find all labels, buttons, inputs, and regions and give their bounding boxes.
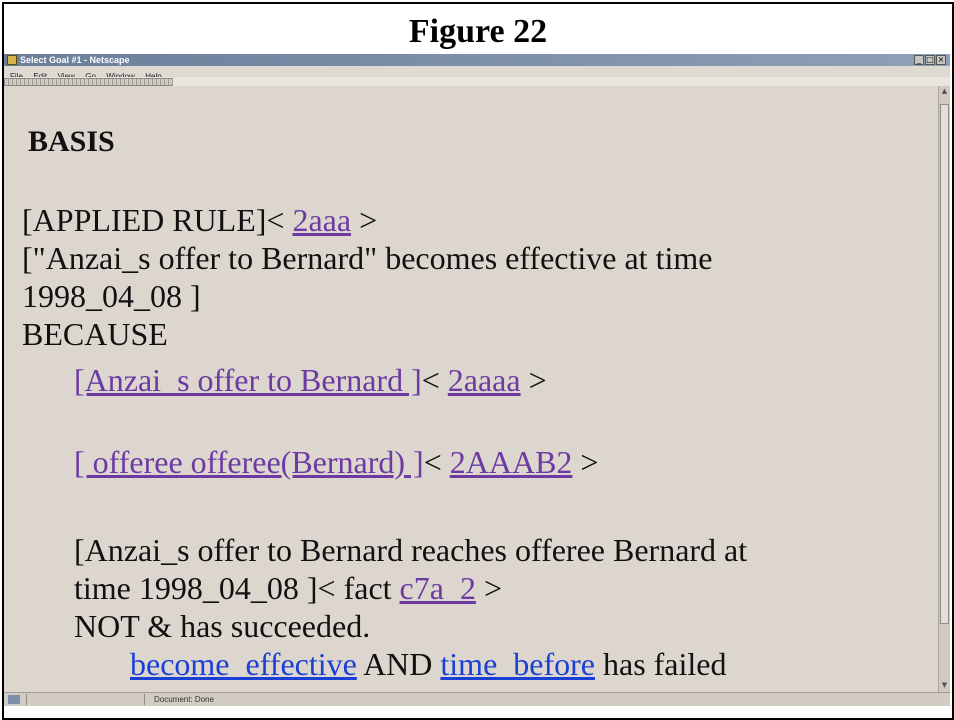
window-title: Select Goal #1 - Netscape — [20, 55, 130, 65]
statement-line-1: ["Anzai_s offer to Bernard" becomes effe… — [22, 240, 713, 276]
ref-c7a2-link[interactable]: c7a_2 — [400, 570, 476, 606]
ref-2aaab2-link[interactable]: 2AAAB2 — [450, 444, 573, 480]
become-effective-link[interactable]: become_effective — [130, 646, 357, 682]
basis-heading: BASIS — [28, 125, 115, 158]
and-label: AND — [363, 646, 433, 682]
gt-symbol: > — [359, 202, 378, 238]
rule-2aaa-link[interactable]: 2aaa — [292, 202, 351, 238]
maximize-button[interactable]: □ — [925, 55, 935, 65]
minimize-button[interactable]: _ — [914, 55, 924, 65]
anzai-offer-link[interactable]: [Anzai_s offer to Bernard ] — [74, 362, 422, 398]
status-bar: Document: Done — [4, 692, 950, 706]
ref-2aaaa-link[interactable]: 2aaaa — [448, 362, 521, 398]
time-before-link[interactable]: time_before — [440, 646, 595, 682]
netscape-app-icon — [7, 55, 17, 65]
gt-symbol: > — [528, 362, 547, 398]
fact-statement: time 1998_04_08 ] — [74, 570, 318, 606]
vertical-scrollbar[interactable]: ▲ ▼ — [938, 86, 950, 692]
close-button[interactable]: × — [936, 55, 946, 65]
failed-line: become_effective AND time_before has fai… — [130, 646, 726, 682]
page-content: BASIS [APPLIED RULE]< 2aaa > ["Anzai_s o… — [4, 86, 938, 692]
not-succeeded-line: NOT & has succeeded. — [74, 608, 371, 644]
reason-item-2: [ offeree offeree(Bernard) ]< 2AAAB2 > — [74, 444, 598, 480]
reason-item-3-line-1: [Anzai_s offer to Bernard reaches offere… — [74, 532, 748, 568]
fact-label: fact — [343, 570, 392, 606]
scrollbar-thumb[interactable] — [940, 104, 949, 624]
applied-rule-label: [APPLIED RULE] — [22, 202, 267, 238]
because-label: BECAUSE — [22, 316, 168, 352]
menu-bar: File Edit View Go Window Help — [4, 66, 950, 81]
status-text: Document: Done — [154, 695, 215, 704]
lt-symbol: < — [317, 570, 336, 606]
scroll-down-icon[interactable]: ▼ — [940, 680, 949, 690]
statement-line-2: 1998_04_08 ] — [22, 278, 201, 314]
status-divider — [26, 694, 27, 705]
lt-symbol: < — [421, 362, 440, 398]
applied-rule-line: [APPLIED RULE]< 2aaa > — [22, 202, 377, 238]
reason-item-1: [Anzai_s offer to Bernard ]< 2aaaa > — [74, 362, 547, 398]
window-titlebar[interactable]: Select Goal #1 - Netscape _ □ × — [4, 54, 950, 66]
figure-title: Figure 22 — [408, 13, 548, 50]
offeree-bernard-link[interactable]: [ offeree offeree(Bernard) ] — [74, 444, 424, 480]
has-failed-label: has failed — [602, 646, 727, 682]
status-divider — [144, 694, 145, 705]
lt-symbol: < — [266, 202, 285, 238]
collapsed-toolbar-tab[interactable] — [4, 78, 173, 86]
lt-symbol: < — [423, 444, 442, 480]
security-icon[interactable] — [8, 695, 20, 704]
toolbar-strip — [4, 77, 950, 86]
scroll-up-icon[interactable]: ▲ — [940, 86, 949, 96]
gt-symbol: > — [483, 570, 502, 606]
reason-item-3-line-2: time 1998_04_08 ]< fact c7a_2 > — [74, 570, 502, 606]
gt-symbol: > — [580, 444, 599, 480]
